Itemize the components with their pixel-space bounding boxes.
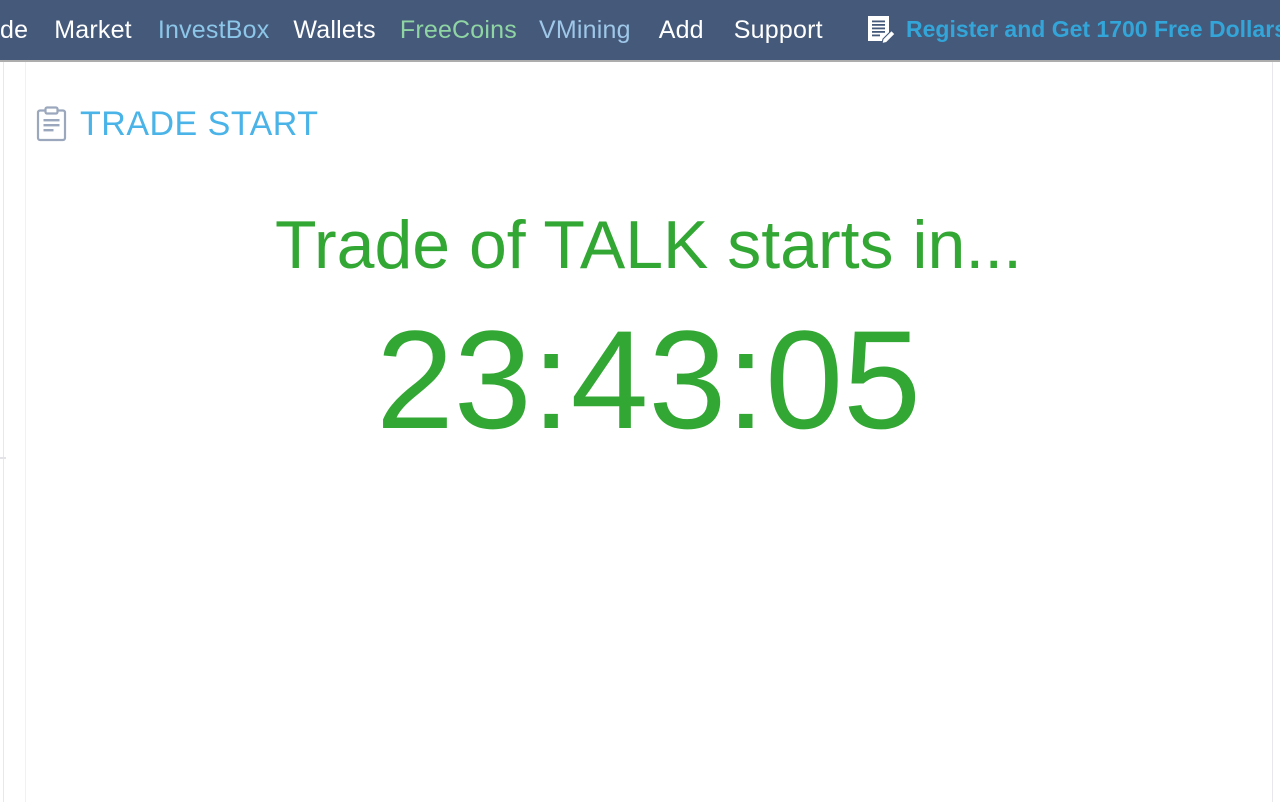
page-title: TRADE START (36, 104, 319, 144)
nav-item-trade[interactable]: de (0, 15, 28, 45)
nav-links-container: de Market InvestBox Wallets FreeCoins VM… (0, 0, 823, 60)
page-title-text: TRADE START (80, 105, 319, 143)
left-edge-divider-tick (0, 457, 6, 459)
left-panel-border (3, 62, 4, 802)
nav-item-add[interactable]: Add (659, 15, 704, 45)
register-promo-label: Register and Get 1700 Free Dollars! (906, 16, 1280, 42)
nav-item-wallets[interactable]: Wallets (293, 15, 375, 45)
countdown-timer: 23:43:05 (376, 301, 921, 458)
page-root: de Market InvestBox Wallets FreeCoins VM… (0, 0, 1280, 802)
clipboard-icon (36, 106, 67, 142)
right-panel-border (1272, 62, 1273, 802)
form-pencil-icon (866, 14, 896, 44)
main-content-area: TRADE START Trade of TALK starts in... 2… (0, 62, 1280, 802)
nav-item-investbox[interactable]: InvestBox (158, 15, 270, 45)
register-promo-link[interactable]: Register and Get 1700 Free Dollars! (866, 14, 1280, 44)
nav-item-vmining[interactable]: VMining (539, 15, 631, 45)
nav-item-support[interactable]: Support (734, 15, 823, 45)
top-navigation-bar: de Market InvestBox Wallets FreeCoins VM… (0, 0, 1280, 62)
nav-item-freecoins[interactable]: FreeCoins (400, 15, 517, 45)
nav-item-market[interactable]: Market (54, 15, 132, 45)
trade-start-countdown: Trade of TALK starts in... 23:43:05 (25, 200, 1272, 460)
countdown-message: Trade of TALK starts in... (274, 207, 1023, 283)
